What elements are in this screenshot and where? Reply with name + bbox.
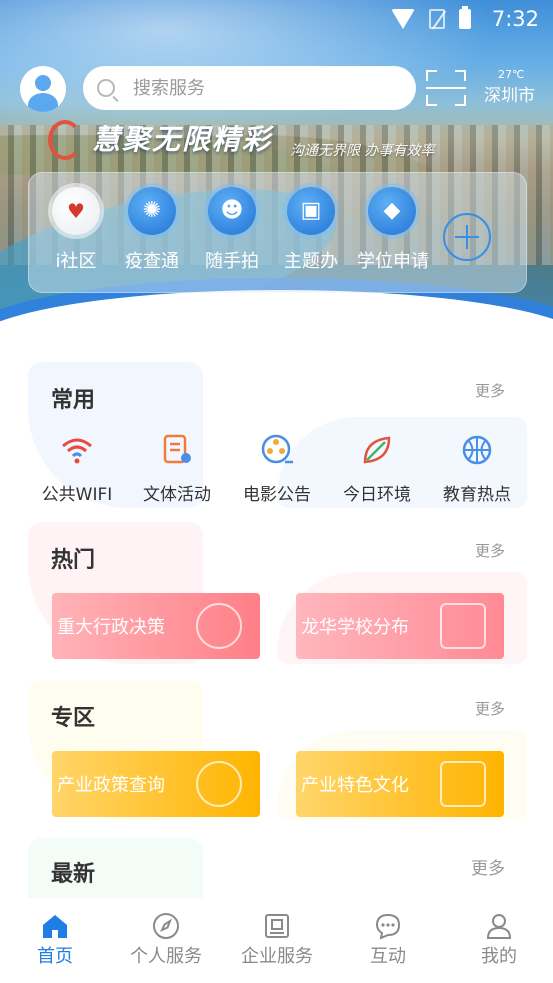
scan-corner <box>455 70 466 81</box>
quick-item-label: 疫查通 <box>125 251 179 272</box>
latest-more-link[interactable]: 更多 <box>471 854 505 879</box>
weather-temperature: 27℃ <box>498 68 525 81</box>
common-more-link[interactable]: 更多 <box>475 380 505 401</box>
hot-more-link[interactable]: 更多 <box>475 540 505 561</box>
common-item-label: 电影公告 <box>243 485 311 505</box>
latest-title: 最新 <box>51 862 96 887</box>
common-item-movie[interactable]: 电影公告 <box>231 432 323 505</box>
common-item-culture[interactable]: 文体活动 <box>131 432 223 505</box>
tab-interaction[interactable]: 互动 <box>333 912 443 968</box>
zone-card-label: 产业政策查询 <box>57 775 165 796</box>
scan-corner <box>426 95 437 106</box>
document-list-icon <box>159 432 195 468</box>
scan-icon[interactable] <box>426 70 466 106</box>
hot-card-label: 重大行政决策 <box>57 617 165 638</box>
common-item-wifi[interactable]: 公共WIFI <box>31 432 123 505</box>
common-item-environment[interactable]: 今日环境 <box>331 432 423 505</box>
avatar-body <box>28 93 58 112</box>
weather-widget[interactable]: 27℃ 深圳市 <box>484 68 544 106</box>
graduation-cap-icon: ◆ <box>368 187 416 235</box>
community-heart-icon: ♥ <box>52 187 100 235</box>
common-item-label: 教育热点 <box>443 485 511 505</box>
battery-icon <box>459 6 471 29</box>
camera-person-icon: ☻ <box>208 187 256 235</box>
avatar[interactable] <box>20 66 66 112</box>
tab-label: 互动 <box>370 946 406 967</box>
common-title: 常用 <box>51 388 96 413</box>
tab-personal-service[interactable]: 个人服务 <box>111 912 221 968</box>
wifi-icon <box>59 432 95 468</box>
wifi-signal-icon <box>391 9 415 29</box>
hot-card-label: 龙华学校分布 <box>301 617 409 638</box>
common-item-label: 文体活动 <box>143 485 211 505</box>
quick-services-panel: ♥ i社区 ✺ 疫查通 ☻ 随手拍 ▣ 主题办 ◆ 学位申请 <box>28 172 527 293</box>
banner-logo-icon <box>48 120 82 160</box>
common-item-education[interactable]: 教育热点 <box>431 432 523 505</box>
briefcase-icon: ▣ <box>287 187 335 235</box>
quick-item-degree-apply[interactable]: ◆ 学位申请 <box>357 187 429 273</box>
tab-label: 首页 <box>37 946 73 967</box>
scale-icon <box>440 761 486 807</box>
zone-card-label: 产业特色文化 <box>301 775 409 796</box>
quick-item-label: 主题办 <box>284 251 338 272</box>
home-icon <box>41 912 69 940</box>
bottom-tab-bar: 首页 个人服务 企业服务 互动 我的 <box>0 898 553 983</box>
common-item-label: 今日环境 <box>343 485 411 505</box>
no-sim-icon <box>429 9 445 29</box>
scan-line <box>426 87 466 89</box>
search-icon <box>97 79 115 97</box>
quick-item-label: i社区 <box>55 251 97 272</box>
zone-more-link[interactable]: 更多 <box>475 698 505 719</box>
zone-title: 专区 <box>51 706 96 731</box>
school-map-icon <box>440 603 486 649</box>
hot-section: 热门 更多 重大行政决策 龙华学校分布 <box>28 522 527 664</box>
scan-corner <box>426 70 437 81</box>
banner-subtitle: 沟通无界限 办事有效率 <box>290 143 435 159</box>
virus-check-icon: ✺ <box>128 187 176 235</box>
quick-item-virus-check[interactable]: ✺ 疫查通 <box>117 187 187 273</box>
search-bar[interactable] <box>83 66 416 110</box>
add-service-icon[interactable] <box>443 213 491 261</box>
tab-home[interactable]: 首页 <box>0 912 110 968</box>
quick-item-topic[interactable]: ▣ 主题办 <box>276 187 346 273</box>
tab-label: 个人服务 <box>130 946 202 967</box>
tab-mine[interactable]: 我的 <box>444 912 553 968</box>
tab-label: 我的 <box>481 946 517 967</box>
status-bar: 7:32 <box>0 0 553 40</box>
tab-enterprise-service[interactable]: 企业服务 <box>222 912 332 968</box>
latest-section: 最新 更多 <box>28 838 527 898</box>
quick-item-community[interactable]: ♥ i社区 <box>41 187 111 273</box>
banner-title: 慧聚无限精彩 <box>92 123 273 156</box>
status-time: 7:32 <box>491 7 539 31</box>
zone-card-policy-query[interactable]: 产业政策查询 <box>52 751 260 817</box>
film-reel-icon <box>259 432 295 468</box>
chat-bubble-icon <box>374 912 402 940</box>
quick-item-label: 随手拍 <box>205 251 259 272</box>
building-icon <box>263 912 291 940</box>
compass-icon <box>152 912 180 940</box>
hot-card-schools[interactable]: 龙华学校分布 <box>296 593 504 659</box>
gear-icon <box>196 603 242 649</box>
search-input[interactable] <box>133 77 393 99</box>
hot-card-policy[interactable]: 重大行政决策 <box>52 593 260 659</box>
avatar-head <box>35 75 51 91</box>
scan-corner <box>455 95 466 106</box>
common-item-label: 公共WIFI <box>41 485 113 505</box>
common-section: 常用 更多 公共WIFI 文体活动 电影公告 今日环境 教育热点 <box>28 362 527 508</box>
coin-stack-icon <box>196 761 242 807</box>
user-icon <box>485 912 513 940</box>
weather-city: 深圳市 <box>484 86 535 106</box>
leaf-icon <box>359 432 395 468</box>
quick-item-label: 学位申请 <box>357 251 429 272</box>
hot-title: 热门 <box>51 548 96 573</box>
basketball-icon <box>459 432 495 468</box>
zone-card-culture[interactable]: 产业特色文化 <box>296 751 504 817</box>
tab-label: 企业服务 <box>241 946 313 967</box>
quick-item-snapshot[interactable]: ☻ 随手拍 <box>197 187 267 273</box>
status-icons <box>391 6 471 29</box>
zone-section: 专区 更多 产业政策查询 产业特色文化 <box>28 680 527 820</box>
